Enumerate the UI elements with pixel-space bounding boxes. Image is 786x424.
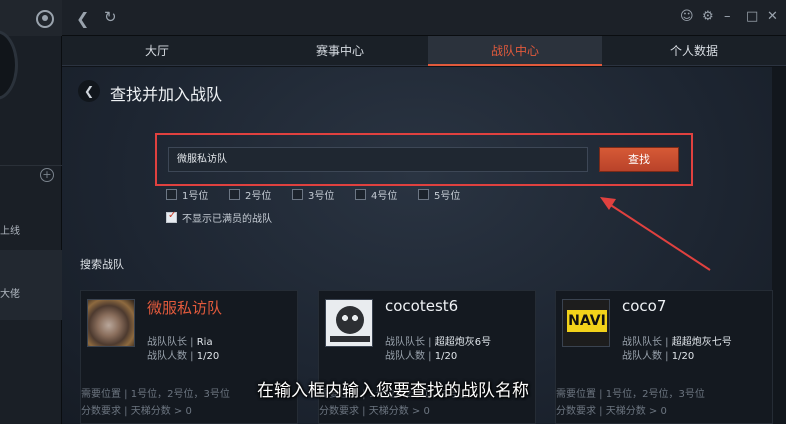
tab-team-center[interactable]: 战队中心 xyxy=(428,36,602,66)
position-3-checkbox[interactable]: 3号位 xyxy=(292,187,334,202)
checkbox-label: 4号位 xyxy=(371,191,398,202)
checkbox-box[interactable] xyxy=(229,189,240,200)
checkbox-box[interactable] xyxy=(355,189,366,200)
search-results-title: 搜索战队 xyxy=(80,258,124,271)
title-bar xyxy=(62,0,786,36)
team-captain: 战队队长 | 超超炮灰七号 xyxy=(622,337,732,348)
team-members: 战队人数 | 1/20 xyxy=(622,351,695,362)
team-members: 战队人数 | 1/20 xyxy=(147,351,220,362)
search-button[interactable]: 查找 xyxy=(599,147,679,172)
tutorial-caption: 在输入框内输入您要查找的战队名称 xyxy=(0,376,786,406)
arrow-left-icon[interactable]: ❮ xyxy=(76,9,89,28)
checkbox-label: 2号位 xyxy=(245,191,272,202)
checkbox-box[interactable] xyxy=(292,189,303,200)
team-logo xyxy=(325,299,373,347)
page-title: 查找并加入战队 xyxy=(110,85,223,104)
back-button[interactable]: ❮ xyxy=(78,80,100,102)
team-search-input[interactable]: 微服私访队 xyxy=(168,147,588,172)
friends-icon[interactable] xyxy=(36,10,54,28)
tab-lobby[interactable]: 大厅 xyxy=(62,36,252,66)
team-name[interactable]: cocotest6 xyxy=(385,297,458,315)
caption-text: 在输入框内输入您要查找的战队名称 xyxy=(257,381,529,401)
sidebar-item-label[interactable]: 大佬 xyxy=(0,285,20,300)
team-members: 战队人数 | 1/20 xyxy=(385,351,458,362)
checkbox-label: 5号位 xyxy=(434,191,461,202)
checkbox-label: 1号位 xyxy=(182,191,209,202)
avatar[interactable] xyxy=(0,30,18,100)
checkbox-box[interactable] xyxy=(418,189,429,200)
sidebar-item-label[interactable]: 上线 xyxy=(0,222,20,237)
close-icon[interactable]: ✕ xyxy=(767,9,778,24)
tab-personal-data[interactable]: 个人数据 xyxy=(602,36,786,66)
maximize-icon[interactable]: □ xyxy=(746,9,758,24)
left-sidebar: + 上线 大佬 xyxy=(0,0,62,424)
hide-full-teams-checkbox[interactable]: 不显示已满员的战队 xyxy=(166,210,272,225)
refresh-icon[interactable]: ↻ xyxy=(104,8,117,26)
position-2-checkbox[interactable]: 2号位 xyxy=(229,187,271,202)
tab-events[interactable]: 赛事中心 xyxy=(252,36,428,66)
checkbox-box-checked[interactable] xyxy=(166,210,177,223)
sidebar-divider xyxy=(0,165,62,166)
checkbox-label: 3号位 xyxy=(308,191,335,202)
team-captain: 战队队长 | Ria xyxy=(147,337,213,348)
position-1-checkbox[interactable]: 1号位 xyxy=(166,187,208,202)
team-name[interactable]: 微服私访队 xyxy=(147,297,222,318)
team-captain: 战队队长 | 超超炮灰6号 xyxy=(385,337,492,348)
add-icon[interactable]: + xyxy=(40,168,54,182)
tab-bar: 大厅 赛事中心 战队中心 个人数据 xyxy=(62,36,786,66)
checkbox-label: 不显示已满员的战队 xyxy=(182,214,272,225)
scrollbar[interactable] xyxy=(772,67,786,424)
team-logo xyxy=(87,299,135,347)
checkbox-box[interactable] xyxy=(166,189,177,200)
team-logo: NAVI xyxy=(562,299,610,347)
position-5-checkbox[interactable]: 5号位 xyxy=(418,187,460,202)
user-icon[interactable]: ☺ xyxy=(680,9,694,24)
position-4-checkbox[interactable]: 4号位 xyxy=(355,187,397,202)
minimize-icon[interactable]: – xyxy=(724,9,731,24)
gear-icon[interactable]: ⚙ xyxy=(702,9,714,24)
team-name[interactable]: coco7 xyxy=(622,297,666,315)
